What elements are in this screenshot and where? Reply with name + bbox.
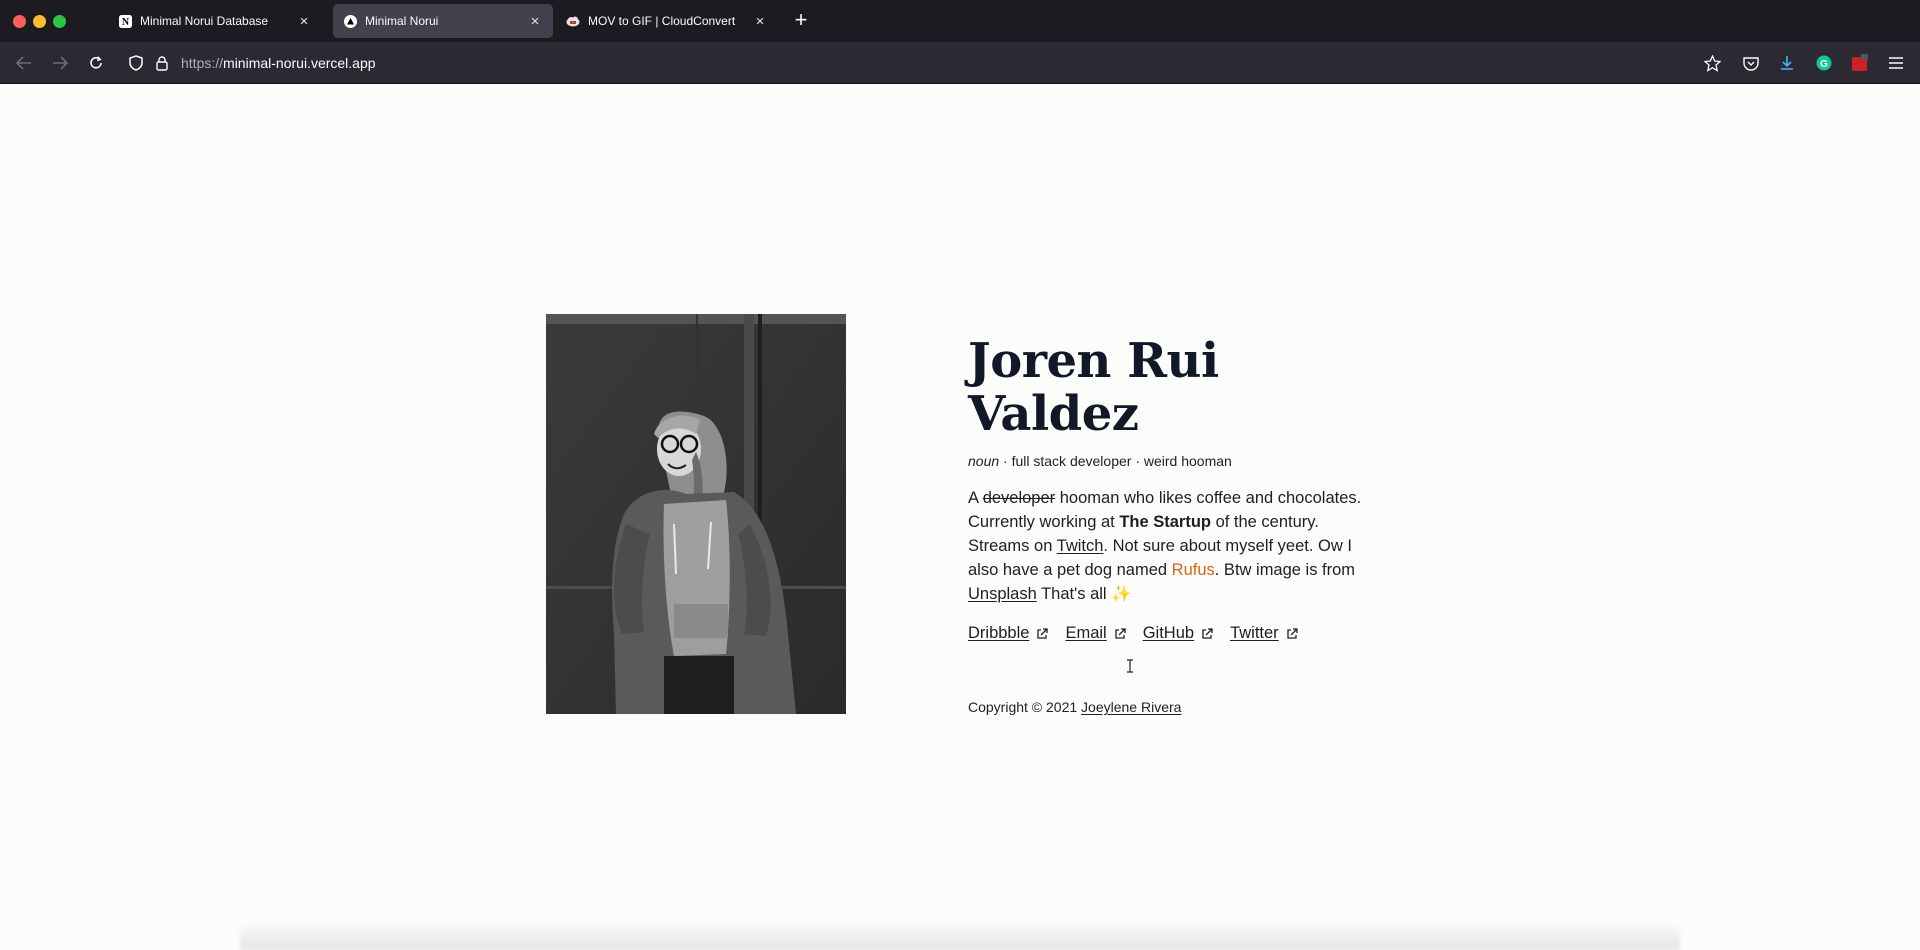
back-arrow-icon[interactable] (15, 54, 33, 72)
profile-content: Joren Rui Valdez noun · full stack devel… (968, 335, 1388, 716)
tab-title: Minimal Norui (365, 14, 439, 28)
external-link-icon (1287, 627, 1298, 639)
tab-minimal-norui-database[interactable]: N Minimal Norui Database × (108, 4, 322, 38)
window-minimize-button[interactable] (33, 15, 46, 28)
twitch-link[interactable]: Twitch (1057, 537, 1104, 555)
email-link[interactable]: Email (1065, 624, 1106, 643)
notion-icon: N (118, 14, 132, 28)
downloads-icon[interactable] (1778, 54, 1796, 72)
unsplash-link[interactable]: Unsplash (968, 585, 1037, 603)
subtitle-noun: noun (968, 453, 1000, 469)
tab-minimal-norui[interactable]: Minimal Norui × (333, 4, 553, 38)
window-maximize-button[interactable] (53, 15, 66, 28)
subtitle-roles: · full stack developer · weird hooman (999, 453, 1232, 469)
external-link-icon (1202, 627, 1213, 639)
profile-photo (546, 314, 846, 714)
svg-text:G: G (1820, 59, 1828, 70)
github-link[interactable]: GitHub (1143, 624, 1194, 643)
rufus-link[interactable]: Rufus (1172, 561, 1215, 579)
email-link-group: Email (1065, 624, 1126, 643)
forward-arrow-icon[interactable] (51, 54, 69, 72)
extension-red-icon[interactable] (1851, 54, 1869, 72)
sparkles-icon: ✨ (1111, 585, 1132, 603)
bio-strikethrough: developer (982, 489, 1056, 507)
lock-icon[interactable] (153, 54, 171, 72)
text-cursor-icon (1127, 659, 1133, 673)
url-bar[interactable]: https://minimal-norui.vercel.app (181, 55, 376, 71)
tab-title: Minimal Norui Database (140, 14, 269, 28)
external-link-icon (1115, 627, 1126, 639)
vercel-icon (343, 14, 357, 28)
web-page: Joren Rui Valdez noun · full stack devel… (0, 85, 1920, 950)
svg-text:N: N (121, 17, 129, 28)
dribbble-link-group: Dribbble (968, 624, 1049, 643)
bio-text: . Btw image is from (1214, 561, 1356, 579)
copyright-text: Copyright © 2021 (968, 699, 1082, 715)
social-links: Dribbble Email GitHub Twitter (968, 624, 1388, 643)
profile-name-heading: Joren Rui Valdez (968, 335, 1268, 441)
author-link[interactable]: Joeylene Rivera (1081, 699, 1181, 715)
dribbble-link[interactable]: Dribbble (968, 624, 1029, 643)
profile-subtitle: noun · full stack developer · weird hoom… (968, 453, 1388, 469)
name-line-1: Joren Rui (968, 333, 1219, 389)
browser-navigation-bar: https://minimal-norui.vercel.app G (0, 42, 1920, 84)
bio-text: A (968, 489, 983, 507)
menu-hamburger-icon[interactable] (1887, 54, 1905, 72)
browser-tab-strip: N Minimal Norui Database × Minimal Norui… (0, 0, 1920, 42)
new-tab-button[interactable]: + (790, 8, 812, 34)
bookmark-star-icon[interactable] (1703, 54, 1721, 72)
tab-close-icon[interactable]: × (527, 14, 543, 29)
bio-text: That's all (1036, 585, 1112, 603)
copyright-footer: Copyright © 2021 Joeylene Rivera (968, 699, 1388, 715)
reload-icon[interactable] (87, 54, 105, 72)
external-link-icon (1037, 627, 1049, 639)
twitter-link[interactable]: Twitter (1230, 624, 1279, 643)
name-line-2: Valdez (968, 386, 1139, 442)
bio-company-bold: The Startup (1119, 513, 1211, 531)
url-host: minimal-norui.vercel.app (223, 55, 376, 71)
page-bottom-shadow (240, 922, 1680, 950)
cloud-icon (566, 14, 580, 28)
profile-bio: A developer hooman who likes coffee and … (968, 486, 1378, 606)
extension-grammarly-icon[interactable]: G (1815, 54, 1833, 72)
tracking-protection-shield-icon[interactable] (127, 54, 145, 72)
tab-close-icon[interactable]: × (296, 14, 312, 29)
tab-cloudconvert[interactable]: MOV to GIF | CloudConvert × (556, 4, 778, 38)
url-scheme: https:// (181, 55, 224, 71)
tab-title: MOV to GIF | CloudConvert (588, 14, 736, 28)
twitter-link-group: Twitter (1230, 624, 1298, 643)
tab-close-icon[interactable]: × (752, 14, 768, 29)
window-close-button[interactable] (13, 15, 26, 28)
pocket-icon[interactable] (1742, 54, 1760, 72)
github-link-group: GitHub (1143, 624, 1213, 643)
